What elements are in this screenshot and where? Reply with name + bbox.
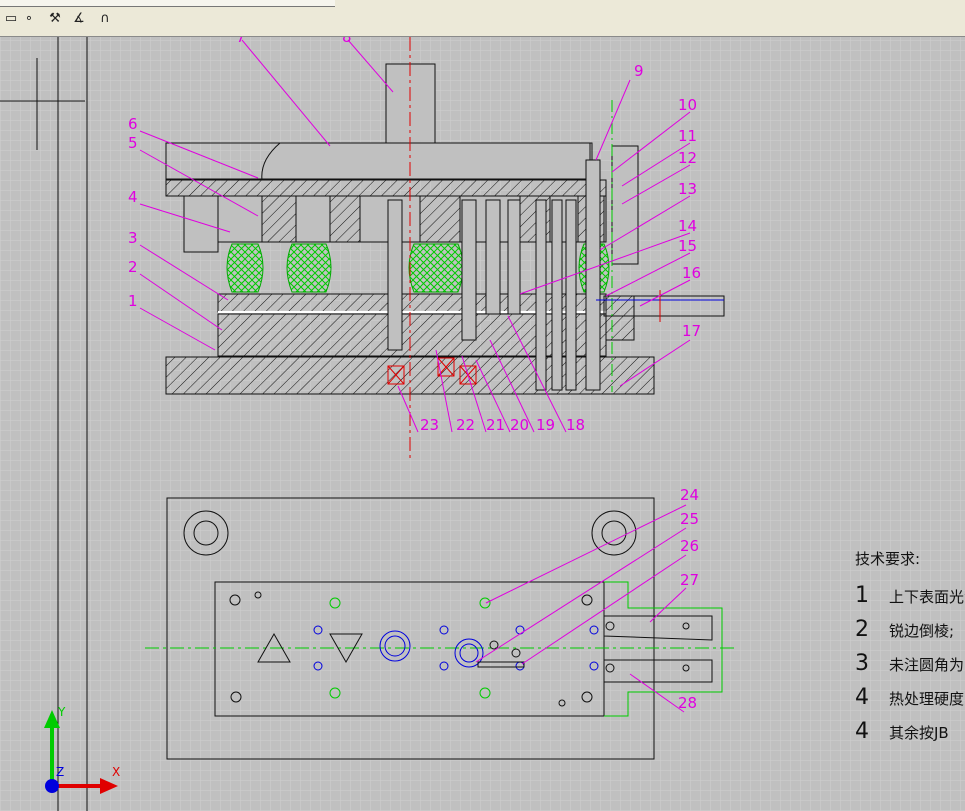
layer-icon[interactable]: ▭ (2, 10, 20, 28)
part-number-14: 14 (678, 217, 697, 235)
part-number-3: 3 (128, 229, 138, 247)
part-number-18: 18 (566, 416, 585, 434)
note-text: 上下表面光洁 (889, 588, 965, 606)
punch-backing-plate (165, 179, 607, 197)
part-number-11: 11 (678, 127, 697, 145)
part-number-9: 9 (634, 62, 644, 80)
note-item: 2 锐边倒棱; (855, 613, 965, 647)
part-number-7: 7 (236, 37, 246, 46)
part-number-12: 12 (678, 149, 697, 167)
part-number-19: 19 (536, 416, 555, 434)
part-number-22: 22 (456, 416, 475, 434)
part-number-16: 16 (682, 264, 701, 282)
part-number-17: 17 (682, 322, 701, 340)
note-item: 4 热处理硬度: (855, 681, 965, 715)
stripper-plate (217, 293, 607, 313)
part-number-25: 25 (680, 510, 699, 528)
part-number-4: 4 (128, 188, 138, 206)
side-guide (611, 145, 639, 265)
part-number-26: 26 (680, 537, 699, 555)
magnet-icon[interactable]: ∩ (96, 10, 114, 28)
part-number-28: 28 (678, 694, 697, 712)
part-number-27: 27 (680, 571, 699, 589)
note-item: 3 未注圆角为R (855, 647, 965, 681)
part-number-8: 8 (342, 37, 352, 46)
note-number: 4 (855, 719, 869, 744)
technical-notes: 技术要求: 1 上下表面光洁 2 锐边倒棱; 3 未注圆角为R 4 热处理硬度: 4 其余… (855, 548, 965, 749)
dot-icon[interactable]: ∘ (20, 10, 38, 28)
part-number-5: 5 (128, 134, 138, 152)
note-text: 未注圆角为R (889, 656, 965, 674)
note-number: 3 (855, 651, 869, 676)
note-item: 4 其余按JB (855, 715, 965, 749)
part-number-15: 15 (678, 237, 697, 255)
drawing-canvas[interactable]: 1 2 3 4 5 6 7 8 9 10 11 12 13 14 15 16 1… (0, 37, 965, 811)
die-plate (217, 313, 607, 357)
part-number-23: 23 (420, 416, 439, 434)
part-number-2: 2 (128, 258, 138, 276)
angle-icon[interactable]: ∡ (70, 10, 88, 28)
note-number: 2 (855, 617, 869, 642)
note-text: 热处理硬度: (889, 690, 965, 708)
ucs-y-label: Y (57, 705, 66, 719)
measure-icon[interactable]: ⚒ (46, 10, 64, 28)
ucs-z-label: Z (56, 765, 64, 779)
ucs-x-label: X (112, 765, 120, 779)
toolbar: ▭ ∘ ⚒ ∡ ∩ (0, 0, 965, 37)
technical-notes-title: 技术要求: (855, 550, 921, 568)
note-text: 其余按JB (889, 724, 949, 742)
part-number-20: 20 (510, 416, 529, 434)
part-number-10: 10 (678, 96, 697, 114)
part-number-24: 24 (680, 486, 699, 504)
note-text: 锐边倒棱; (889, 622, 955, 640)
toolbar-top-strip (0, 0, 335, 7)
part-number-6: 6 (128, 115, 138, 133)
note-number: 4 (855, 685, 869, 710)
part-number-1: 1 (128, 292, 138, 310)
note-item: 1 上下表面光洁 (855, 579, 965, 613)
part-number-13: 13 (678, 180, 697, 198)
note-number: 1 (855, 583, 869, 608)
part-number-21: 21 (486, 416, 505, 434)
